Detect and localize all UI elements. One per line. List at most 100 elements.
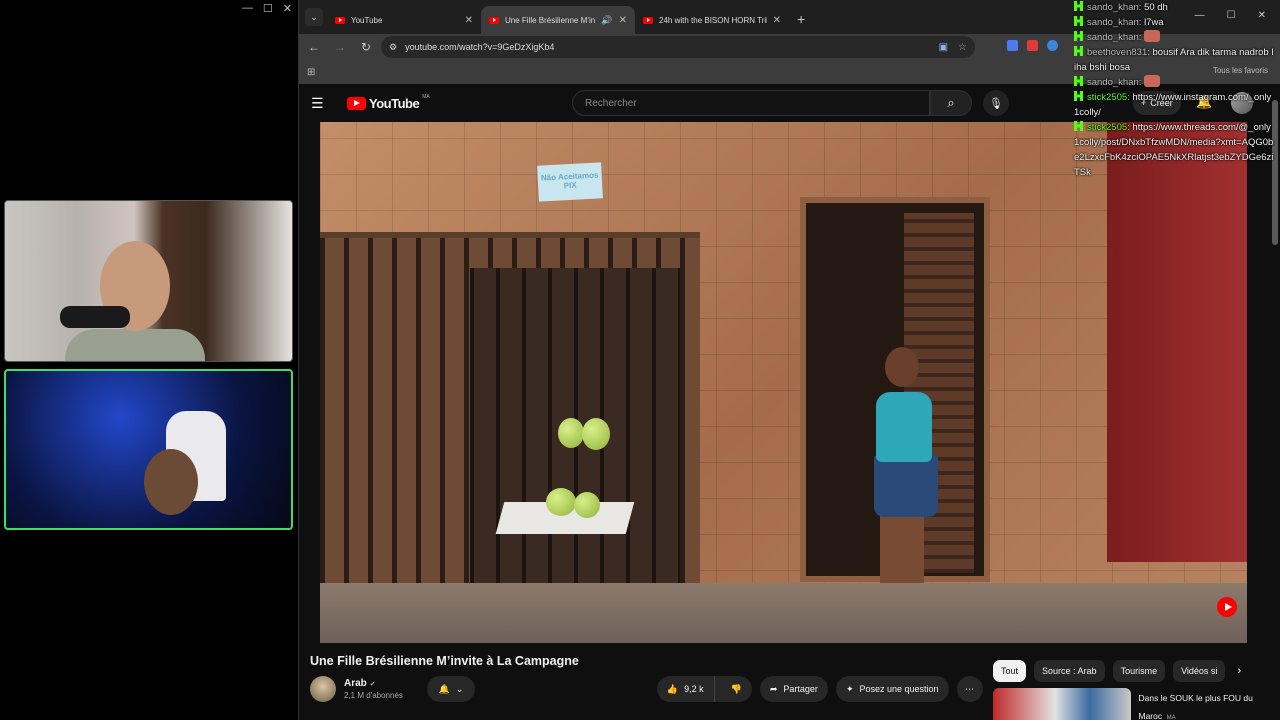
address-bar[interactable]: ⚙ youtube.com/watch?v=9GeDzXigKb4 ▣ ☆: [381, 36, 975, 58]
like-dislike-group: 👍 9,2 k 👎: [656, 676, 752, 702]
voice-search-button[interactable]: 🎙: [983, 90, 1009, 116]
chat-message: beethoven831: bousif Ara dik tarma nadro…: [1074, 45, 1274, 75]
forward-icon[interactable]: →: [333, 40, 347, 54]
chat-emote-icon: [1144, 75, 1161, 87]
chip-all[interactable]: Tout: [993, 660, 1027, 682]
chip-source[interactable]: Source : Arab: [1034, 660, 1105, 682]
chat-message: sando_khan:: [1074, 30, 1274, 45]
video-scene-person-legs: [880, 514, 924, 589]
maximize-icon[interactable]: ☐: [263, 2, 273, 15]
cast-icon[interactable]: ▣: [939, 42, 948, 53]
kick-badge-icon: [1074, 16, 1083, 26]
chip-similar[interactable]: Vidéos si: [1173, 660, 1226, 682]
subscription-bell-button[interactable]: 🔔 ⌄: [426, 676, 475, 702]
tab-youtube[interactable]: YouTube ✕: [327, 6, 481, 34]
youtube-favicon-icon: [335, 16, 345, 24]
youtube-watermark-icon[interactable]: [1217, 597, 1237, 617]
video-scene-coconut: [582, 418, 610, 450]
youtube-logo[interactable]: YouTube MA: [347, 93, 430, 111]
video-title: Une Fille Brésilienne M’invite à La Camp…: [310, 654, 579, 668]
chat-username: stick2505:: [1087, 122, 1130, 133]
video-actions-row: Arab ✔ 2,1 M d'abonnés 🔔 ⌄ 👍 9,2 k 👎 ➦ P…: [310, 676, 990, 702]
share-icon: ➦: [769, 683, 778, 694]
tab-search-icon[interactable]: ⌄: [305, 8, 323, 26]
thumbs-up-icon: 👍: [666, 683, 679, 694]
video-scene-person-top: [876, 392, 932, 462]
dislike-button[interactable]: 👎: [721, 684, 752, 695]
recommended-badge: MA: [1166, 715, 1176, 720]
chat-username: stick2505:: [1087, 92, 1130, 103]
video-scene-coconut: [558, 418, 584, 448]
webcam-streamer-2: [4, 369, 293, 530]
speaker-icon[interactable]: 🔊: [601, 15, 612, 26]
url-text: youtube.com/watch?v=9GeDzXigKb4: [405, 42, 555, 52]
channel-avatar[interactable]: [310, 676, 336, 702]
minimize-icon[interactable]: —: [242, 2, 253, 15]
chat-text: l7wa: [1144, 17, 1164, 28]
chat-message: stick2505: https://www.instagram.com/_on…: [1074, 90, 1274, 120]
tab-current-video[interactable]: Une Fille Brésilienne M’invit 🔊 ✕: [481, 6, 635, 34]
search-input[interactable]: Rechercher: [572, 90, 930, 116]
country-code: MA: [422, 93, 430, 100]
back-icon[interactable]: ←: [307, 40, 321, 54]
reload-icon[interactable]: ↻: [359, 40, 373, 54]
recommended-text: Dans le SOUK le plus FOU du Maroc MA: [1139, 688, 1270, 720]
video-scene-red-door: [1107, 122, 1247, 562]
chat-username: sando_khan:: [1087, 77, 1142, 88]
more-dots-icon: ⋯: [965, 683, 975, 694]
chat-text: 50 dh: [1144, 2, 1168, 13]
channel-info: Arab ✔ 2,1 M d'abonnés: [344, 678, 403, 700]
kick-badge-icon: [1074, 91, 1083, 101]
chat-username: sando_khan:: [1087, 17, 1142, 28]
youtube-logo-text: YouTube: [369, 95, 420, 111]
chip-tourism[interactable]: Tourisme: [1112, 660, 1166, 682]
new-tab-icon[interactable]: +: [797, 11, 805, 27]
video-player[interactable]: Não Aceitamos PIX: [320, 122, 1247, 643]
tab-close-icon[interactable]: ✕: [619, 15, 627, 26]
share-button[interactable]: ➦ Partager: [759, 676, 828, 702]
recommended-thumbnail[interactable]: [993, 688, 1131, 720]
microphone-icon: 🎙: [989, 97, 1003, 110]
site-info-icon[interactable]: ⚙: [389, 42, 397, 53]
channel-name[interactable]: Arab: [344, 678, 367, 689]
recommended-video[interactable]: Dans le SOUK le plus FOU du Maroc MA: [993, 688, 1269, 720]
search-button[interactable]: ⌕: [930, 90, 972, 116]
stream-panel: — ☐ ✕: [0, 0, 299, 720]
video-scene-gate: [320, 232, 700, 592]
extension-icon[interactable]: [1027, 40, 1038, 51]
video-scene-sign: Não Aceitamos PIX: [537, 162, 603, 202]
extension-icon[interactable]: [1047, 40, 1058, 51]
menu-icon[interactable]: ☰: [311, 95, 335, 112]
webcam-streamer-1: [4, 200, 293, 362]
search-icon: ⌕: [947, 95, 955, 110]
kick-badge-icon: [1074, 31, 1083, 41]
extension-icon[interactable]: [1007, 40, 1018, 51]
tab-bison-horn[interactable]: 24h with the BISON HORN Tribe ✕: [635, 6, 789, 34]
tab-close-icon[interactable]: ✕: [773, 15, 781, 26]
apps-grid-icon[interactable]: ⊞: [307, 67, 315, 78]
share-label: Partager: [783, 684, 818, 694]
kick-badge-icon: [1074, 1, 1083, 11]
youtube-favicon-icon: [489, 16, 499, 24]
tab-close-icon[interactable]: ✕: [465, 15, 473, 26]
chat-emote-icon: [1144, 30, 1161, 42]
recommended-title[interactable]: Dans le SOUK le plus FOU du Maroc: [1139, 693, 1253, 720]
chevron-right-icon[interactable]: ›: [1237, 665, 1241, 677]
like-button[interactable]: 👍 9,2 k: [657, 676, 715, 702]
ask-label: Posez une question: [859, 684, 939, 694]
subscriber-count: 2,1 M d'abonnés: [344, 691, 403, 700]
microphone-icon: [60, 306, 130, 328]
chat-username: sando_khan:: [1087, 32, 1142, 43]
channel-name-row[interactable]: Arab ✔: [344, 678, 403, 689]
sparkle-icon: ✦: [845, 683, 854, 694]
more-actions-button[interactable]: ⋯: [956, 676, 983, 702]
ask-question-button[interactable]: ✦ Posez une question: [835, 676, 949, 702]
extensions-bar: [1007, 40, 1058, 51]
tab-label: YouTube: [351, 15, 383, 25]
bell-icon: 🔔: [438, 683, 450, 694]
verified-check-icon: ✔: [369, 680, 376, 688]
bookmark-star-icon[interactable]: ☆: [958, 42, 967, 53]
close-icon[interactable]: ✕: [283, 2, 292, 15]
video-scene-floor: [320, 583, 1247, 643]
chevron-down-icon: ⌄: [455, 683, 464, 694]
